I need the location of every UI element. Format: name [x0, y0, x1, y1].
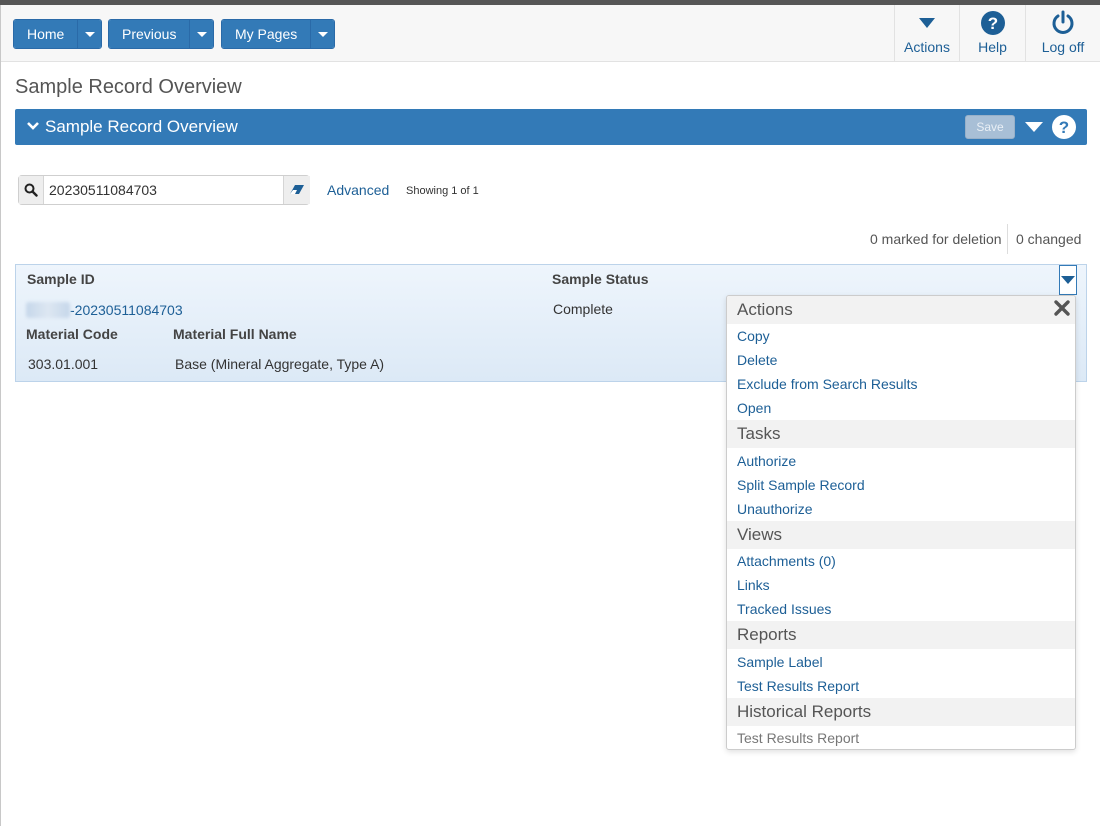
menu-section-historical-reports: Historical Reports: [727, 698, 1075, 726]
menu-item-exclude[interactable]: Exclude from Search Results: [737, 376, 918, 392]
menu-item-tracked-issues[interactable]: Tracked Issues: [737, 601, 831, 617]
my-pages-button[interactable]: My Pages: [222, 20, 311, 48]
logoff-label: Log off: [1041, 39, 1085, 55]
caret-down-icon: [196, 31, 207, 37]
menu-item-authorize[interactable]: Authorize: [737, 453, 796, 469]
header-sample-status: Sample Status: [552, 271, 649, 287]
menu-item-open[interactable]: Open: [737, 400, 771, 416]
menu-item-links[interactable]: Links: [737, 577, 770, 593]
marked-for-deletion-count: 0 marked for deletion: [870, 231, 1002, 247]
menu-item-historical-test-results: Test Results Report: [737, 730, 860, 746]
menu-section-tasks: Tasks: [727, 420, 1075, 448]
svg-text:?: ?: [987, 14, 997, 33]
header-sample-id: Sample ID: [27, 271, 95, 287]
menu-section-actions: Actions: [727, 296, 1075, 324]
left-edge: [0, 5, 1, 826]
menu-section-views: Views: [727, 521, 1075, 549]
home-dropdown-button[interactable]: [77, 20, 102, 48]
material-full-name-value: Base (Mineral Aggregate, Type A): [175, 356, 385, 372]
menu-item-split[interactable]: Split Sample Record: [737, 477, 865, 493]
material-code-value: 303.01.001: [28, 356, 99, 372]
row-actions-dropdown[interactable]: [1059, 265, 1077, 295]
caret-down-icon: [317, 31, 328, 37]
panel-title[interactable]: Sample Record Overview: [45, 117, 238, 137]
search-box: [18, 175, 310, 205]
search-icon[interactable]: [19, 176, 44, 204]
menu-section-reports: Reports: [727, 621, 1075, 649]
result-count: Showing 1 of 1: [406, 185, 479, 197]
counts-divider: [1007, 224, 1008, 254]
my-pages-dropdown-button[interactable]: [310, 20, 335, 48]
search-input[interactable]: [45, 176, 283, 204]
home-button[interactable]: Home: [14, 20, 78, 48]
app-header: Home Previous My Pages Actions ? Help Lo…: [1, 5, 1100, 62]
advanced-search-link[interactable]: Advanced: [327, 182, 389, 198]
sample-id-value: -20230511084703: [70, 302, 183, 318]
menu-item-test-results-report[interactable]: Test Results Report: [737, 678, 859, 694]
close-icon[interactable]: [1053, 299, 1071, 317]
panel-header: Sample Record Overview Save ?: [15, 109, 1087, 145]
eraser-icon[interactable]: [283, 176, 310, 204]
changed-count: 0 changed: [1016, 231, 1082, 247]
sample-id-link[interactable]: -20230511084703: [26, 302, 183, 318]
menu-item-sample-label[interactable]: Sample Label: [737, 654, 823, 670]
actions-tool[interactable]: Actions: [894, 5, 959, 62]
svg-text:?: ?: [1059, 118, 1069, 137]
row-actions-menu: Actions Copy Delete Exclude from Search …: [726, 295, 1076, 750]
previous-button[interactable]: Previous: [109, 20, 190, 48]
menu-item-unauthorize[interactable]: Unauthorize: [737, 501, 813, 517]
caret-down-icon: [84, 31, 95, 37]
help-circle-icon: ?: [980, 11, 1005, 35]
sample-status-value: Complete: [553, 301, 613, 317]
chevron-down-icon[interactable]: [26, 120, 40, 132]
panel-menu-caret-icon[interactable]: [1025, 122, 1043, 132]
page-title: Sample Record Overview: [15, 76, 242, 98]
home-button-group: Home: [13, 19, 103, 49]
help-tool[interactable]: ? Help: [959, 5, 1025, 62]
menu-item-delete[interactable]: Delete: [737, 352, 777, 368]
my-pages-button-group: My Pages: [221, 19, 336, 49]
menu-item-copy[interactable]: Copy: [737, 328, 770, 344]
logoff-tool[interactable]: Log off: [1025, 5, 1100, 62]
power-icon: [1052, 10, 1074, 34]
redacted-prefix: [26, 302, 70, 318]
caret-down-icon: [1061, 276, 1075, 284]
save-button[interactable]: Save: [965, 115, 1015, 139]
previous-button-group: Previous: [108, 19, 215, 49]
header-material-code: Material Code: [26, 326, 118, 342]
header-material-full-name: Material Full Name: [173, 326, 297, 342]
menu-item-attachments[interactable]: Attachments (0): [737, 553, 836, 569]
caret-down-icon: [919, 18, 935, 28]
actions-label: Actions: [904, 39, 950, 55]
previous-dropdown-button[interactable]: [189, 20, 214, 48]
help-circle-icon[interactable]: ?: [1051, 114, 1077, 140]
help-label: Help: [978, 39, 1007, 55]
